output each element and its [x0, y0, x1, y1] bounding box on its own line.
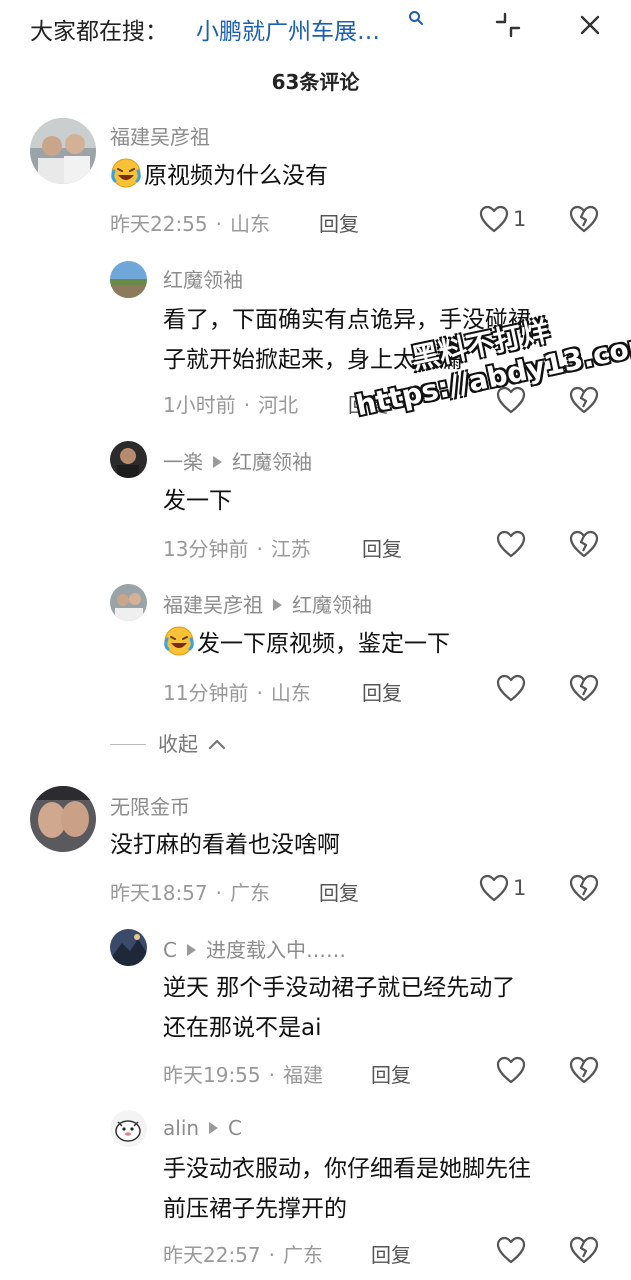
broken-heart-icon[interactable]: [569, 873, 599, 903]
comment-time: 昨天22:55: [110, 212, 208, 236]
comment-meta: 昨天19:55 · 福建: [163, 1063, 323, 1087]
laughing-crying-emoji-icon: [111, 158, 141, 188]
comment-meta: 11分钟前 · 山东: [163, 681, 311, 705]
comment-location: 山东: [270, 681, 311, 705]
reply-to-name[interactable]: 红魔领袖: [232, 450, 312, 474]
reply-button[interactable]: 回复: [319, 208, 359, 237]
chevron-up-icon: [209, 739, 226, 750]
comment-author: C 进度载入中……: [163, 934, 346, 963]
like-count: 1: [513, 207, 527, 231]
reply-to-name[interactable]: 进度载入中……: [206, 938, 346, 962]
comment-count-title: 63条评论: [271, 70, 360, 94]
comment-text-line: 手没动衣服动，你仔细看是她脚先往: [163, 1156, 531, 1182]
heart-icon[interactable]: [479, 205, 509, 233]
comment-author: alin C: [163, 1116, 242, 1140]
comment-location: 山东: [230, 212, 270, 236]
comment-author[interactable]: 福建吴彦祖: [110, 121, 210, 150]
minimize-icon[interactable]: [495, 12, 521, 38]
reply-button[interactable]: 回复: [371, 1059, 411, 1088]
comment-meta: 昨天18:57 · 广东: [110, 881, 270, 905]
comment-author[interactable]: 无限金币: [110, 791, 190, 820]
reply-button[interactable]: 回复: [319, 877, 359, 906]
broken-heart-icon[interactable]: [569, 385, 599, 415]
comment-text: 逆天 那个手没动裙子就已经先动了 还在那说不是ai: [163, 968, 515, 1048]
broken-heart-icon[interactable]: [569, 529, 599, 559]
heart-icon[interactable]: [496, 1236, 526, 1264]
comment-location: 广东: [283, 1243, 323, 1267]
comment-author[interactable]: 红魔领袖: [163, 264, 243, 293]
comment-location: 江苏: [270, 537, 311, 561]
comment-text-line: 还在那说不是ai: [163, 1015, 322, 1041]
comment-location: 福建: [283, 1063, 323, 1087]
comment-meta: 1小时前 · 河北: [163, 393, 299, 417]
comment-author: 福建吴彦祖 红魔领袖: [163, 589, 372, 618]
avatar[interactable]: [30, 786, 96, 852]
divider-line: [110, 744, 146, 745]
comment-location: 河北: [258, 393, 299, 417]
comment-text-line: 逆天 那个手没动裙子就已经先动了: [163, 975, 516, 1001]
close-icon[interactable]: [578, 13, 602, 37]
heart-icon[interactable]: [496, 674, 526, 702]
comment-author-name[interactable]: C: [163, 938, 177, 962]
comment-author-name[interactable]: 一楽: [163, 450, 203, 474]
avatar[interactable]: [110, 929, 147, 966]
reply-button[interactable]: 回复: [362, 533, 402, 562]
comment-text: 原视频为什么没有: [110, 156, 328, 196]
avatar[interactable]: [110, 584, 147, 621]
search-icon[interactable]: [408, 10, 424, 26]
reply-to-name[interactable]: C: [228, 1116, 242, 1140]
comment-location: 广东: [230, 881, 270, 905]
heart-icon[interactable]: [496, 530, 526, 558]
comment-text-content: 发一下原视频，鉴定一下: [197, 631, 450, 657]
trending-search-label: 大家都在搜：: [30, 19, 168, 45]
avatar[interactable]: [30, 118, 96, 184]
comment-meta: 13分钟前 · 江苏: [163, 537, 311, 561]
top-bar: 大家都在搜： 小鹏就广州车展…: [0, 0, 631, 56]
broken-heart-icon[interactable]: [569, 1235, 599, 1265]
comment-author-name[interactable]: alin: [163, 1116, 199, 1140]
comment-text-content: 原视频为什么没有: [144, 163, 328, 189]
comment-time: 13分钟前: [163, 537, 249, 561]
comment-time: 1小时前: [163, 393, 236, 417]
reply-button[interactable]: 回复: [362, 677, 402, 706]
comment-time: 昨天22:57: [163, 1243, 261, 1267]
comment-time: 昨天18:57: [110, 881, 208, 905]
laughing-crying-emoji-icon: [164, 626, 194, 656]
reply-to-name[interactable]: 红魔领袖: [292, 593, 372, 617]
broken-heart-icon[interactable]: [569, 1055, 599, 1085]
avatar[interactable]: [110, 1110, 147, 1147]
comment-text: 手没动衣服动，你仔细看是她脚先往 前压裙子先撑开的: [163, 1149, 531, 1229]
like-count: 1: [513, 876, 527, 900]
comment-meta: 昨天22:55 · 山东: [110, 212, 270, 236]
comment-meta: 昨天22:57 · 广东: [163, 1243, 323, 1267]
reply-arrow-icon: [273, 599, 282, 611]
broken-heart-icon[interactable]: [569, 673, 599, 703]
reply-arrow-icon: [209, 1122, 219, 1134]
reply-arrow-icon: [213, 456, 222, 468]
comment-text-line: 前压裙子先撑开的: [163, 1196, 347, 1222]
comment-author: 一楽 红魔领袖: [163, 446, 312, 475]
collapse-label: 收起: [158, 732, 198, 756]
comment-text: 发一下原视频，鉴定一下: [163, 624, 450, 664]
collapse-replies-button[interactable]: 收起: [110, 728, 226, 757]
comment-time: 11分钟前: [163, 681, 249, 705]
comment-author-name[interactable]: 福建吴彦祖: [163, 593, 263, 617]
reply-arrow-icon: [186, 944, 196, 956]
reply-button[interactable]: 回复: [371, 1239, 411, 1268]
avatar[interactable]: [110, 441, 147, 478]
trending-search-link[interactable]: 小鹏就广州车展…: [196, 12, 380, 46]
heart-icon[interactable]: [496, 1056, 526, 1084]
broken-heart-icon[interactable]: [569, 204, 599, 234]
heart-icon[interactable]: [479, 874, 509, 902]
comment-text: 没打麻的看着也没啥啊: [110, 832, 340, 858]
avatar[interactable]: [110, 261, 147, 298]
comment-text: 发一下: [163, 488, 232, 514]
comment-time: 昨天19:55: [163, 1063, 261, 1087]
